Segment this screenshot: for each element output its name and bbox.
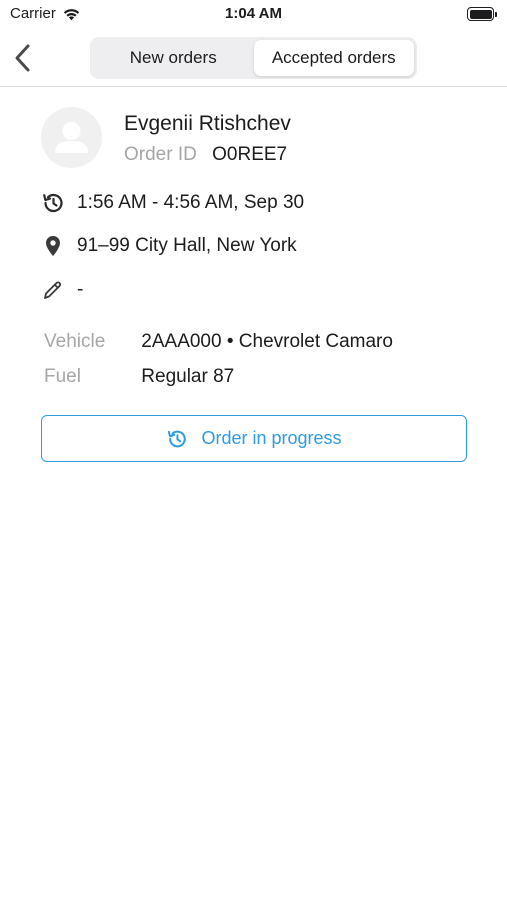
history-icon (168, 430, 187, 447)
time-window-row: 1:56 AM - 4:56 AM, Sep 30 (40, 190, 304, 216)
avatar (41, 107, 102, 168)
user-placeholder-icon (41, 107, 102, 168)
fuel-label: Fuel (44, 366, 81, 387)
app-screen: Carrier 1:04 AM New orders Accepted orde… (0, 0, 507, 900)
vehicle-value: 2AAA000 • Chevrolet Camaro (141, 331, 393, 352)
address-text: 91–99 City Hall, New York (77, 235, 297, 256)
fuel-value: Regular 87 (141, 366, 235, 387)
address-row: 91–99 City Hall, New York (40, 233, 297, 259)
order-in-progress-label: Order in progress (201, 428, 342, 448)
tab-new-orders[interactable]: New orders (93, 40, 254, 76)
note-text: - (77, 279, 84, 300)
chevron-left-icon (15, 44, 30, 72)
vehicle-row: Vehicle 2AAA000 • Chevrolet Camaro (44, 331, 393, 353)
fuel-row: Fuel Regular 87 (44, 366, 234, 388)
note-row: - (40, 277, 83, 303)
status-bar: Carrier 1:04 AM (0, 0, 507, 30)
location-pin-icon (40, 233, 66, 259)
customer-name: Evgenii Rtishchev (124, 112, 291, 135)
order-id-value: O0REE7 (212, 144, 288, 165)
time-window-text: 1:56 AM - 4:56 AM, Sep 30 (77, 192, 305, 213)
vehicle-label: Vehicle (44, 331, 106, 352)
pencil-icon (40, 277, 66, 303)
back-button[interactable] (8, 38, 38, 78)
status-time: 1:04 AM (225, 5, 282, 22)
orders-segmented-control: New orders Accepted orders (90, 37, 417, 79)
order-in-progress-button[interactable]: Order in progress (41, 415, 467, 462)
history-icon (40, 190, 66, 216)
battery-icon (467, 7, 497, 21)
tab-accepted-orders[interactable]: Accepted orders (253, 40, 414, 76)
order-id-row: Order ID O0REE7 (124, 144, 287, 166)
order-id-label: Order ID (124, 144, 197, 165)
nav-bar: New orders Accepted orders (0, 30, 507, 87)
